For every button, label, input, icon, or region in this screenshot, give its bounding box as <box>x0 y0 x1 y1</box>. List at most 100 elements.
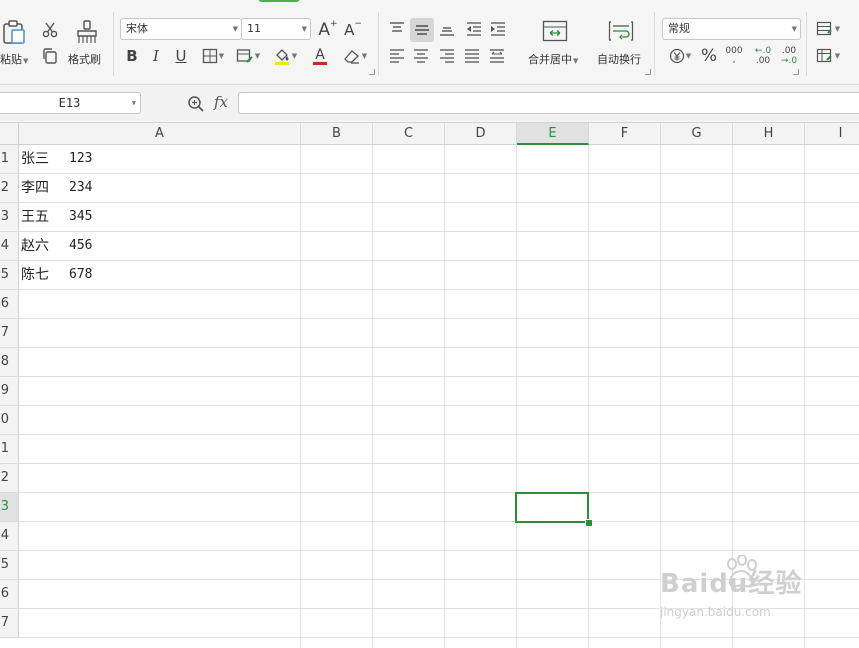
column-header-i[interactable]: I <box>805 123 859 145</box>
increase-font-size-button[interactable]: A + <box>317 19 339 41</box>
cell-name-a2[interactable]: 李四 <box>21 174 49 202</box>
cell-value-a4[interactable]: 456 <box>69 232 92 260</box>
table-style-icon[interactable]: ▼ <box>813 45 843 67</box>
fill-handle[interactable] <box>585 519 593 527</box>
wrap-text-button[interactable]: 自动换行 <box>597 51 641 67</box>
decrease-decimal-button[interactable]: .00 →.0 <box>777 44 801 68</box>
currency-icon[interactable]: ▼ <box>665 46 695 66</box>
underline-button[interactable]: U <box>171 46 191 66</box>
copy-icon[interactable] <box>40 46 60 66</box>
row-header-4[interactable]: 4 <box>0 232 19 261</box>
column-header-b[interactable]: B <box>301 123 373 145</box>
align-center-icon[interactable] <box>410 45 432 67</box>
row-header-5[interactable]: 5 <box>0 261 19 290</box>
bold-button[interactable]: B <box>122 46 142 66</box>
decrease-font-size-button[interactable]: A − <box>342 19 364 41</box>
row-header-2[interactable]: 2 <box>0 174 19 203</box>
increase-indent-icon[interactable] <box>487 18 509 40</box>
row-gridline <box>19 289 859 290</box>
borders-button[interactable]: ▼ <box>199 46 227 66</box>
font-name-select[interactable]: 宋体 ▼ <box>120 18 242 40</box>
eraser-icon[interactable]: ▼ <box>340 46 370 66</box>
select-all-corner[interactable] <box>0 123 19 145</box>
align-left-icon[interactable] <box>386 45 408 67</box>
name-box[interactable]: E13 ▼ <box>0 92 141 114</box>
distributed-align-icon[interactable] <box>486 45 508 67</box>
row-header-12[interactable]: 12 <box>0 464 19 493</box>
column-header-f[interactable]: F <box>589 123 661 145</box>
fill-color-icon[interactable]: ▼ <box>270 45 300 67</box>
row-header-9[interactable]: 9 <box>0 377 19 406</box>
column-header-a[interactable]: A <box>19 123 301 145</box>
row-gridline <box>19 550 859 551</box>
number-group-launcher[interactable] <box>793 69 799 75</box>
cell-name-a5[interactable]: 陈七 <box>21 261 49 289</box>
row-header-11[interactable]: 11 <box>0 435 19 464</box>
number-format-select[interactable]: 常规 ▼ <box>662 18 801 40</box>
column-gridline <box>372 145 373 648</box>
row-gridline <box>19 318 859 319</box>
row-header-10[interactable]: 10 <box>0 406 19 435</box>
formula-input[interactable] <box>238 92 859 114</box>
row-header-7[interactable]: 7 <box>0 319 19 348</box>
decrease-indent-icon[interactable] <box>463 18 485 40</box>
row-gridline <box>19 579 859 580</box>
align-right-icon[interactable] <box>436 45 458 67</box>
cell-name-a3[interactable]: 王五 <box>21 203 49 231</box>
row-header-17[interactable]: 17 <box>0 609 19 638</box>
thousands-separator-button[interactable]: 000, <box>722 44 746 68</box>
row-gridline <box>19 434 859 435</box>
cell-value-a2[interactable]: 234 <box>69 174 92 202</box>
column-header-e[interactable]: E <box>517 123 589 145</box>
zoom-lookup-icon[interactable] <box>186 94 206 114</box>
cell-value-a1[interactable]: 123 <box>69 145 92 173</box>
justify-icon[interactable] <box>461 45 483 67</box>
increase-decimal-button[interactable]: ←.0.00 <box>751 44 775 68</box>
row-header-3[interactable]: 3 <box>0 203 19 232</box>
row-gridline <box>19 231 859 232</box>
column-header-c[interactable]: C <box>373 123 445 145</box>
insert-function-button[interactable]: fx <box>214 93 228 111</box>
font-size-select[interactable]: 11 ▼ <box>241 18 311 40</box>
column-header-g[interactable]: G <box>661 123 733 145</box>
spreadsheet-grid[interactable]: ABCDEFGHI 1234567891011121314151617 张三12… <box>0 123 859 648</box>
wrap-text-icon[interactable] <box>607 18 635 44</box>
row-header-15[interactable]: 15 <box>0 551 19 580</box>
align-bottom-icon[interactable] <box>436 18 458 40</box>
merge-center-icon[interactable] <box>541 18 569 44</box>
font-color-button[interactable]: A <box>305 45 335 67</box>
percent-button[interactable]: % <box>698 45 720 67</box>
row-header-14[interactable]: 14 <box>0 522 19 551</box>
row-header-1[interactable]: 1 <box>0 145 19 174</box>
cell-value-a5[interactable]: 678 <box>69 261 92 289</box>
cell-name-a4[interactable]: 赵六 <box>21 232 49 260</box>
cell-value-a3[interactable]: 345 <box>69 203 92 231</box>
row-header-16[interactable]: 16 <box>0 580 19 609</box>
paste-button[interactable] <box>0 18 28 46</box>
merge-center-button[interactable]: 合并居中▼ <box>528 51 578 67</box>
align-middle-icon[interactable] <box>410 18 434 42</box>
column-gridline <box>300 145 301 648</box>
column-gridline <box>588 145 589 648</box>
row-header-8[interactable]: 8 <box>0 348 19 377</box>
row-header-6[interactable]: 6 <box>0 290 19 319</box>
active-cell-selection[interactable] <box>515 492 589 523</box>
align-top-icon[interactable] <box>386 18 408 40</box>
conditional-format-icon[interactable]: ▼ <box>813 18 843 40</box>
cell-style-button[interactable]: ▼ <box>233 46 263 66</box>
format-painter-button[interactable]: 格式刷 <box>68 51 101 67</box>
font-group-launcher[interactable] <box>369 69 375 75</box>
row-gridline <box>19 405 859 406</box>
row-gridline <box>19 202 859 203</box>
cut-icon[interactable] <box>40 20 60 40</box>
paste-label[interactable]: 粘贴▼ <box>0 51 28 67</box>
column-header-h[interactable]: H <box>733 123 805 145</box>
row-header-13[interactable]: 13 <box>0 493 19 522</box>
column-gridline <box>444 145 445 648</box>
cell-name-a1[interactable]: 张三 <box>21 145 49 173</box>
format-painter-icon[interactable] <box>74 18 100 46</box>
alignment-group-launcher[interactable] <box>645 69 651 75</box>
column-header-d[interactable]: D <box>445 123 517 145</box>
italic-button[interactable]: I <box>146 46 166 66</box>
active-tab-indicator <box>258 0 300 2</box>
